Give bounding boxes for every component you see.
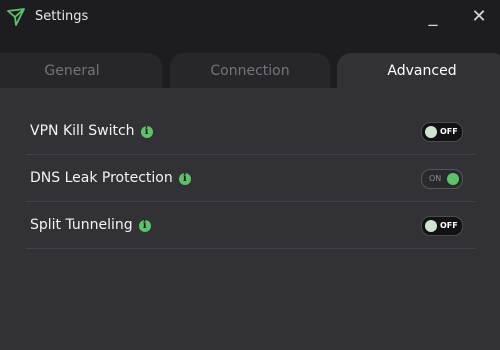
tab-advanced[interactable]: Advanced	[337, 53, 500, 88]
split-tunneling-label-text: Split Tunneling	[30, 217, 133, 233]
logo-icon	[7, 8, 25, 26]
minimize-button[interactable]: _	[418, 4, 448, 30]
kill-switch-label-text: VPN Kill Switch	[30, 123, 135, 139]
title-bar: Settings _ ✕	[0, 0, 500, 34]
setting-row-split-tunneling: Split Tunneling i OFF	[26, 202, 476, 249]
split-tunneling-toggle[interactable]: OFF	[421, 216, 463, 236]
tab-general[interactable]: General	[0, 53, 162, 88]
kill-switch-toggle[interactable]: OFF	[421, 122, 463, 142]
tab-connection[interactable]: Connection	[170, 53, 330, 88]
toggle-state-text: OFF	[440, 127, 458, 136]
setting-row-kill-switch: VPN Kill Switch i OFF	[26, 108, 476, 155]
setting-row-dns-leak: DNS Leak Protection i ON	[26, 155, 476, 202]
window-title: Settings	[35, 9, 89, 24]
setting-label-kill-switch: VPN Kill Switch i	[30, 123, 153, 139]
dns-leak-toggle[interactable]: ON	[421, 169, 463, 189]
info-icon[interactable]: i	[138, 220, 151, 232]
close-button[interactable]: ✕	[464, 4, 494, 30]
settings-list: VPN Kill Switch i OFF DNS Leak Protection…	[26, 108, 476, 249]
setting-label-dns-leak: DNS Leak Protection i	[30, 170, 191, 186]
toggle-knob	[425, 126, 437, 138]
toggle-state-text: OFF	[440, 221, 458, 230]
toggle-knob	[447, 173, 459, 185]
toggle-state-text: ON	[429, 174, 442, 183]
info-icon[interactable]: i	[178, 173, 191, 185]
setting-label-split-tunneling: Split Tunneling i	[30, 217, 151, 233]
toggle-knob	[425, 220, 437, 232]
dns-leak-label-text: DNS Leak Protection	[30, 170, 173, 186]
info-icon[interactable]: i	[140, 126, 153, 138]
